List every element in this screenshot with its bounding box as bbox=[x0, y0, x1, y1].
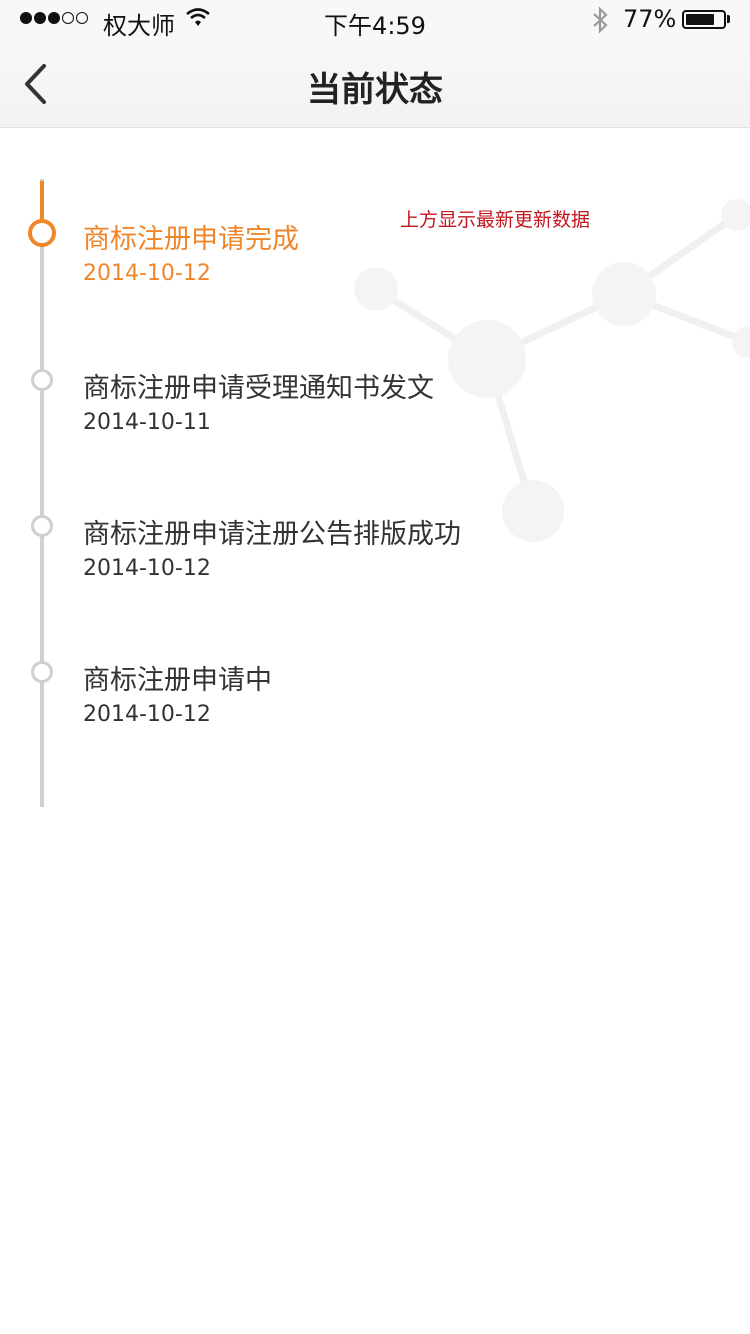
timeline-item: 商标注册申请完成 2014-10-12 bbox=[0, 217, 750, 327]
timeline-item: 商标注册申请注册公告排版成功 2014-10-12 bbox=[0, 512, 750, 622]
timeline-dot bbox=[31, 369, 53, 391]
timeline-title: 商标注册申请完成 bbox=[83, 224, 299, 255]
timeline-date: 2014-10-12 bbox=[83, 261, 211, 286]
timeline-title: 商标注册申请注册公告排版成功 bbox=[83, 519, 461, 550]
timeline-title: 商标注册申请受理通知书发文 bbox=[83, 373, 434, 404]
navigation-bar: 当前状态 bbox=[0, 40, 750, 128]
status-bar: 权大师 下午4:59 77% bbox=[0, 0, 750, 40]
timeline-dot bbox=[31, 661, 53, 683]
timeline-item: 商标注册申请中 2014-10-12 bbox=[0, 658, 750, 768]
status-content: 上方显示最新更新数据 商标注册申请完成 2014-10-12 商标注册申请受理通… bbox=[0, 129, 750, 1334]
battery-percent: 77% bbox=[623, 5, 677, 33]
timeline-date: 2014-10-12 bbox=[83, 702, 211, 727]
timeline-dot-active bbox=[28, 219, 56, 247]
battery-icon bbox=[682, 10, 726, 29]
timeline-date: 2014-10-12 bbox=[83, 556, 211, 581]
timeline-dot bbox=[31, 515, 53, 537]
timeline-date: 2014-10-11 bbox=[83, 410, 211, 435]
page-title: 当前状态 bbox=[307, 70, 443, 110]
timeline-title: 商标注册申请中 bbox=[83, 665, 272, 696]
timeline-item: 商标注册申请受理通知书发文 2014-10-11 bbox=[0, 366, 750, 476]
bluetooth-icon bbox=[590, 6, 610, 38]
